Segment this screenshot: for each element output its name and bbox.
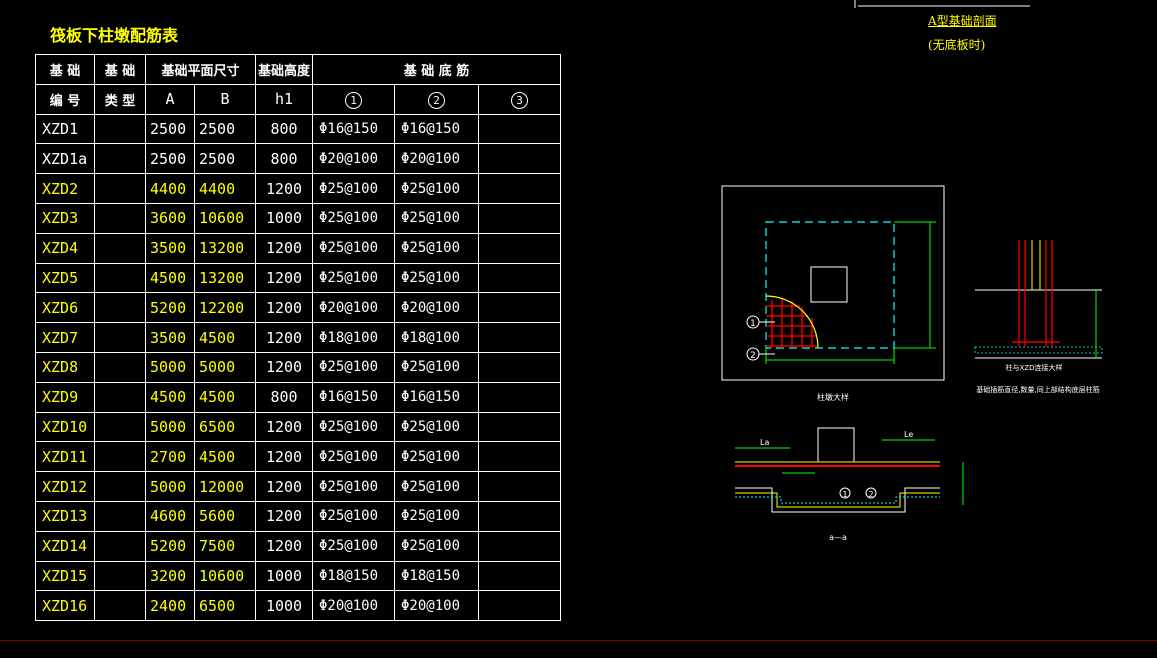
bottom-section-detail: La Le 1 2 a—a bbox=[735, 427, 964, 542]
plan-rebar-grid bbox=[766, 298, 818, 348]
plan-dashed-rect bbox=[765, 221, 895, 349]
bottom-outline bbox=[735, 487, 940, 513]
bottom-la-label: La bbox=[760, 438, 769, 447]
bottom-column bbox=[817, 427, 855, 463]
bottom-bedding bbox=[735, 496, 940, 504]
plan-mark-1: 1 bbox=[750, 319, 756, 329]
bottom-mark-2: 2 bbox=[868, 490, 873, 499]
column-rect bbox=[810, 266, 848, 303]
cad-drawings: 1 2 柱墩大样 柱与XZD连接大样 基础插筋直径,数量,同上部结构底层柱筋 L… bbox=[721, 0, 1103, 542]
plan-detail: 1 2 柱墩大样 bbox=[721, 185, 945, 402]
section-bedding bbox=[974, 346, 1103, 354]
plan-caption: 柱墩大样 bbox=[817, 392, 849, 402]
section-detail: 柱与XZD连接大样 基础插筋直径,数量,同上部结构底层柱筋 bbox=[974, 240, 1103, 394]
bottom-rebar-yellow bbox=[735, 492, 940, 508]
section-caption-2: 基础插筋直径,数量,同上部结构底层柱筋 bbox=[976, 385, 1099, 394]
bottom-mark-1: 1 bbox=[842, 490, 847, 499]
plan-mark-2: 2 bbox=[750, 351, 756, 361]
bottom-le-label: Le bbox=[904, 430, 913, 439]
section-caption-1: 柱与XZD连接大样 bbox=[1006, 363, 1063, 372]
bottom-caption: a—a bbox=[829, 533, 847, 542]
bottom-border-line bbox=[0, 640, 1157, 641]
